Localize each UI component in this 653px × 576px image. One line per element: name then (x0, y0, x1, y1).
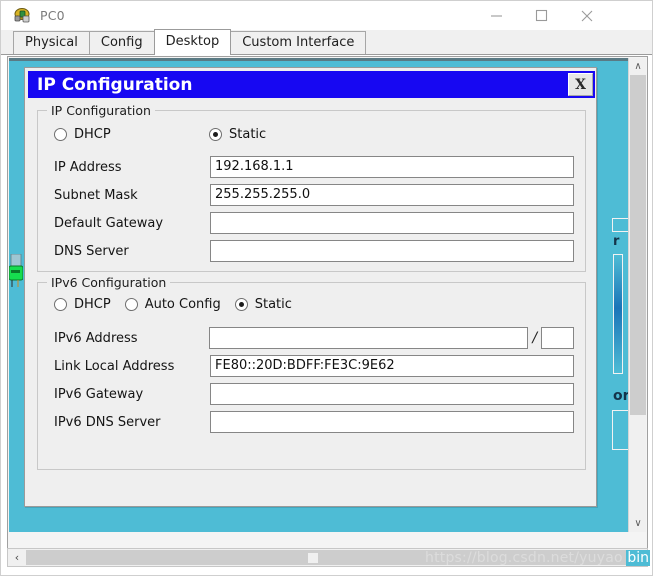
ipv6-field-gateway: IPv6 Gateway (54, 383, 574, 405)
minimize-button[interactable] (474, 1, 519, 30)
ipv6-link-local-address-label: Link Local Address (54, 358, 175, 374)
radio-dot-icon (54, 128, 67, 141)
ipv4-field-subnet-mask: Subnet Mask 255.255.255.0 (54, 184, 574, 206)
radio-dot-icon (54, 298, 67, 311)
tab-custom-interface[interactable]: Custom Interface (230, 31, 367, 54)
ipv4-dns-server-input[interactable] (210, 240, 574, 262)
tab-desktop[interactable]: Desktop (153, 29, 232, 55)
ipv4-radio-static[interactable]: Static (209, 127, 266, 142)
horizontal-scrollbar[interactable]: ‹ › (7, 548, 648, 567)
packet-tracer-device-window: PC0 Physical Config Desktop Custom Inter… (0, 0, 653, 576)
ipv4-dns-server-label: DNS Server (54, 243, 129, 259)
tab-config[interactable]: Config (88, 31, 155, 54)
ipv6-link-local-address-input[interactable]: FE80::20D:BDFF:FE3C:9E62 (210, 355, 574, 377)
ipv6-address-label: IPv6 Address (54, 330, 138, 346)
ipv4-mode-radio-group: DHCP Static (54, 127, 266, 142)
background-text-fragment-2: or (613, 388, 628, 404)
ipv6-prefix-length-input[interactable] (541, 327, 574, 349)
ip-configuration-dialog: IP Configuration X IP Configuration DHCP… (24, 67, 597, 507)
canvas-top-edge (9, 58, 628, 61)
network-device-icon[interactable] (9, 253, 24, 288)
ipv4-default-gateway-input[interactable] (210, 212, 574, 234)
ipv6-configuration-group: IPv6 Configuration DHCP Auto Config Stat… (37, 275, 586, 470)
ipv6-radio-static[interactable]: Static (234, 297, 292, 312)
dialog-close-button[interactable]: X (568, 73, 593, 96)
ipv6-group-legend: IPv6 Configuration (47, 275, 171, 290)
packet-tracer-pc-icon (14, 7, 32, 25)
desktop-panel: r or IP Configuration X IP Configuration… (7, 56, 648, 550)
maximize-button[interactable] (519, 1, 564, 30)
ipv4-configuration-group: IP Configuration DHCP Static IP Address (37, 103, 586, 272)
ipv6-radio-dhcp[interactable]: DHCP (54, 297, 111, 312)
ipv4-subnet-mask-input[interactable]: 255.255.255.0 (210, 184, 574, 206)
background-text-fragment-1: r (613, 234, 620, 249)
ipv6-prefix-separator: / (532, 330, 538, 346)
ipv4-default-gateway-label: Default Gateway (54, 215, 164, 231)
desktop-canvas: r or IP Configuration X IP Configuration… (9, 58, 628, 532)
ipv6-radio-auto-config[interactable]: Auto Config (124, 297, 221, 312)
radio-dot-selected-icon (234, 298, 248, 311)
ipv4-radio-dhcp-label: DHCP (74, 127, 111, 142)
tab-bar: Physical Config Desktop Custom Interface (1, 29, 652, 55)
ipv6-radio-static-label: Static (254, 297, 292, 312)
ipv4-field-ip-address: IP Address 192.168.1.1 (54, 156, 574, 178)
ipv4-field-dns-server: DNS Server (54, 240, 574, 262)
dialog-title: IP Configuration (37, 74, 193, 95)
tab-physical[interactable]: Physical (13, 31, 90, 54)
ipv6-field-address: IPv6 Address / (54, 327, 574, 349)
ipv6-radio-dhcp-label: DHCP (74, 297, 111, 312)
ipv4-group-legend: IP Configuration (47, 103, 155, 118)
ipv6-gateway-label: IPv6 Gateway (54, 386, 144, 402)
ipv6-radio-auto-config-label: Auto Config (144, 297, 221, 312)
radio-dot-icon (124, 298, 138, 311)
horizontal-scrollbar-thumb[interactable] (26, 550, 631, 565)
ipv4-ip-address-input[interactable]: 192.168.1.1 (210, 156, 574, 178)
ipv6-address-input[interactable] (209, 327, 529, 349)
horizontal-scrollbar-grip (308, 553, 318, 563)
ipv4-subnet-mask-label: Subnet Mask (54, 187, 138, 203)
scroll-down-icon[interactable]: ∨ (629, 515, 647, 532)
ipv6-dns-server-input[interactable] (210, 411, 574, 433)
background-panel-fragment-bottom (612, 410, 628, 450)
ipv4-ip-address-label: IP Address (54, 159, 122, 175)
scroll-up-icon[interactable]: ∧ (629, 58, 647, 75)
background-scrollbar-fragment (613, 254, 623, 374)
dialog-titlebar: IP Configuration X (28, 71, 595, 98)
ipv6-mode-radio-group: DHCP Auto Config Static (54, 297, 292, 312)
ipv6-field-link-local: Link Local Address FE80::20D:BDFF:FE3C:9… (54, 355, 574, 377)
ipv6-field-dns-server: IPv6 DNS Server (54, 411, 574, 433)
scroll-left-icon[interactable]: ‹ (8, 549, 26, 566)
close-window-button[interactable] (564, 1, 609, 30)
radio-dot-selected-icon (209, 128, 222, 141)
window-titlebar: PC0 (1, 1, 652, 30)
ipv4-field-default-gateway: Default Gateway (54, 212, 574, 234)
window-title: PC0 (40, 8, 65, 23)
background-panel-fragment-top (612, 218, 628, 232)
ipv4-radio-static-label: Static (229, 127, 267, 142)
watermark-url-tail: bin (626, 550, 650, 566)
vertical-scrollbar-thumb[interactable] (630, 75, 646, 415)
vertical-scrollbar[interactable]: ∧ ∨ (628, 58, 646, 532)
ipv6-gateway-input[interactable] (210, 383, 574, 405)
ipv6-dns-server-label: IPv6 DNS Server (54, 414, 161, 430)
ipv4-radio-dhcp[interactable]: DHCP (54, 127, 209, 142)
